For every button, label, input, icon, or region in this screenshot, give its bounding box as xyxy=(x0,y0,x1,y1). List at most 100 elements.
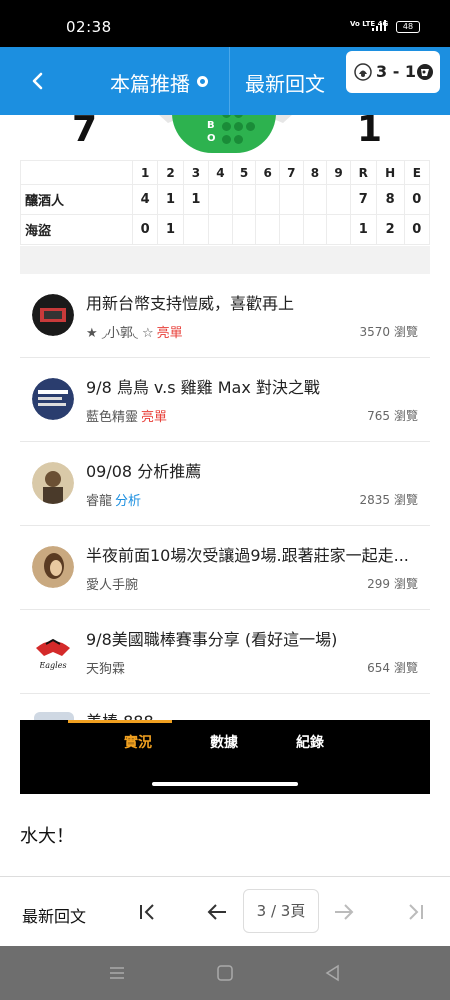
post-tag: 亮單 xyxy=(141,410,168,425)
post-title: 09/08 分析推薦 xyxy=(86,462,202,481)
post-tag: 分析 xyxy=(115,494,142,509)
strike-dots xyxy=(222,115,243,118)
post-title[interactable]: 美棒 888 xyxy=(86,708,154,720)
inning-cell xyxy=(208,214,233,245)
tab-latest-replies[interactable]: 最新回文 xyxy=(245,68,325,97)
view-count: 2835 xyxy=(359,493,390,507)
header-cell xyxy=(20,160,133,185)
last-page-icon[interactable] xyxy=(403,900,427,924)
inning-cell: 0 xyxy=(131,214,159,245)
header-cell: 6 xyxy=(255,160,280,185)
avatar: Eagles xyxy=(32,630,74,672)
view-unit: 瀏覽 xyxy=(393,577,418,591)
status-time: 02:38 xyxy=(66,18,112,36)
post-item[interactable]: Eagles 9/8美國職棒賽事分享 (看好這一場) 天狗霖 654 瀏覽 xyxy=(20,610,430,694)
post-title: 半夜前面10場次受讓過9場.跟著莊家一起走... xyxy=(86,546,409,565)
app-header: 本篇推播 最新回文 3 - 1 xyxy=(0,47,450,115)
post-author: ★ ◞小郭◟ ☆ xyxy=(86,326,154,341)
header-cell: H xyxy=(375,160,405,185)
avatar xyxy=(32,462,74,504)
signal-bars-icon xyxy=(372,20,386,31)
header-cell: 1 xyxy=(131,160,159,185)
prev-page-icon[interactable] xyxy=(205,900,229,924)
view-count: 3570 xyxy=(359,325,390,339)
runs-cell: 7 xyxy=(349,184,377,215)
post-list: 用新台幣支持愷威，喜歡再上 ★ ◞小郭◟ ☆ 亮單 3570 瀏覽 9/8 鳥鳥 v… xyxy=(20,274,430,720)
inning-cell xyxy=(255,184,280,215)
hits-cell: 8 xyxy=(375,184,405,215)
active-tab-underline xyxy=(68,720,172,723)
linescore-table: 1 2 3 4 5 6 7 8 9 R H E 釀酒人 4 1 1 7 8 0 … xyxy=(20,160,431,245)
inning-cell xyxy=(326,184,351,215)
latest-replies-link[interactable]: 最新回文 xyxy=(22,903,86,927)
inning-cell xyxy=(231,214,257,245)
post-title: 用新台幣支持愷威，喜歡再上 xyxy=(86,294,295,313)
ball-label: B xyxy=(207,120,215,131)
inning-cell xyxy=(208,184,233,215)
field-diagram: 7 S B O 1 xyxy=(20,115,430,160)
inning-cell xyxy=(255,214,280,245)
post-author: 天狗霖 xyxy=(86,662,126,677)
score-widget[interactable]: 3 - 1 xyxy=(346,51,440,93)
view-unit: 瀏覽 xyxy=(393,493,418,507)
strike-label: S xyxy=(207,115,214,118)
hits-cell: 2 xyxy=(375,214,405,245)
view-unit: 瀏覽 xyxy=(393,325,418,339)
post-title: 9/8 鳥鳥 v.s 雞雞 Max 對決之戰 xyxy=(86,378,320,397)
view-count: 654 xyxy=(367,661,390,675)
game-score: 3 - 1 xyxy=(376,62,417,81)
header-cell: 2 xyxy=(157,160,184,185)
home-score-large: 1 xyxy=(357,115,383,150)
post-title: 9/8美國職棒賽事分享 (看好這一場) xyxy=(86,630,338,649)
avatar xyxy=(32,294,74,336)
tab-live[interactable]: 實況 xyxy=(124,732,152,752)
inning-cell xyxy=(278,184,304,215)
view-unit: 瀏覽 xyxy=(393,409,418,423)
header-cell: 3 xyxy=(182,160,210,185)
post-item[interactable]: 09/08 分析推薦 睿龍 分析 2835 瀏覽 xyxy=(20,442,430,526)
home-icon[interactable] xyxy=(216,964,234,982)
post-meta: ★ ◞小郭◟ ☆ 亮單 xyxy=(86,322,183,341)
view-unit: 瀏覽 xyxy=(393,661,418,675)
header-cell: E xyxy=(403,160,431,185)
inning-cell xyxy=(182,214,210,245)
errors-cell: 0 xyxy=(403,214,431,245)
brewers-logo-icon xyxy=(354,63,372,81)
inning-cell xyxy=(302,184,328,215)
post-meta: 睿龍 分析 xyxy=(86,490,141,509)
next-page-icon[interactable] xyxy=(332,900,356,924)
errors-cell: 0 xyxy=(403,184,431,215)
tab-live-broadcast[interactable]: 本篇推播 xyxy=(110,68,190,97)
avatar xyxy=(32,546,74,588)
out-label: O xyxy=(207,133,216,144)
header-cell: 9 xyxy=(326,160,351,185)
inning-cell: 4 xyxy=(131,184,159,215)
post-item[interactable]: 用新台幣支持愷威，喜歡再上 ★ ◞小郭◟ ☆ 亮單 3570 瀏覽 xyxy=(20,274,430,358)
live-indicator-icon xyxy=(197,76,208,87)
tab-stats[interactable]: 數據 xyxy=(210,732,238,752)
tab-records[interactable]: 紀錄 xyxy=(296,732,324,752)
post-item[interactable]: 9/8 鳥鳥 v.s 雞雞 Max 對決之戰 藍色精靈 亮單 765 瀏覽 xyxy=(20,358,430,442)
back-icon[interactable] xyxy=(324,964,342,982)
team-name: 釀酒人 xyxy=(20,184,133,215)
first-page-icon[interactable] xyxy=(136,900,160,924)
post-meta: 愛人手腕 xyxy=(86,574,138,593)
header-cell: R xyxy=(349,160,377,185)
post-item[interactable]: 半夜前面10場次受讓過9場.跟著莊家一起走... 愛人手腕 299 瀏覽 xyxy=(20,526,430,610)
post-tag: 亮單 xyxy=(156,326,183,341)
back-arrow-icon[interactable] xyxy=(26,69,50,93)
linescore-row-away: 釀酒人 4 1 1 7 8 0 xyxy=(20,184,431,215)
menu-icon[interactable] xyxy=(108,964,126,982)
view-count: 765 xyxy=(367,409,390,423)
reply-content: 水大！ xyxy=(20,826,74,847)
page-indicator[interactable]: 3 / 3頁 xyxy=(243,889,319,933)
post-author: 愛人手腕 xyxy=(86,578,139,593)
header-cell: 5 xyxy=(231,160,257,185)
post-meta: 藍色精靈 亮單 xyxy=(86,406,167,425)
team-name: 海盜 xyxy=(20,214,133,245)
post-views: 765 瀏覽 xyxy=(367,407,418,424)
post-views: 654 瀏覽 xyxy=(367,659,418,676)
system-nav-bar xyxy=(0,946,450,1000)
inning-cell: 1 xyxy=(182,184,210,215)
header-divider xyxy=(229,47,230,115)
